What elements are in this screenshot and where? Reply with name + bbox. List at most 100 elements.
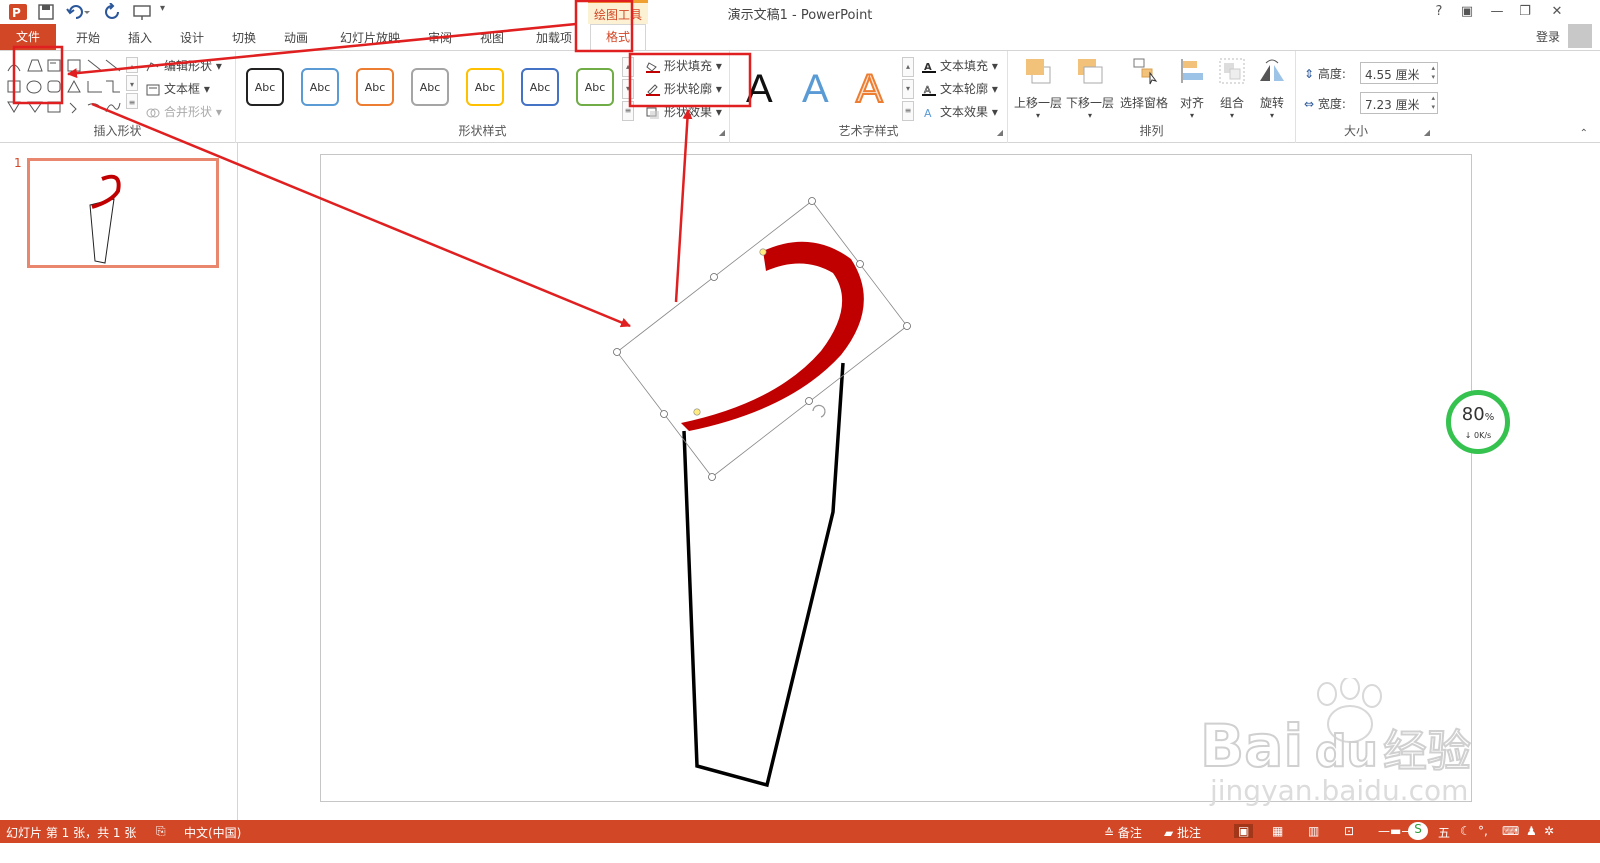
- tab-file[interactable]: 文件: [0, 24, 56, 50]
- tab-format[interactable]: 格式: [590, 24, 646, 50]
- group-wordart-styles: A A A ▴ ▾ ≡ A 文本填充 ▾ A 文本轮廓 ▾ A 文本效果 ▾ ◢ 艺术…: [730, 51, 1008, 143]
- language-status[interactable]: 中文(中国): [184, 824, 241, 841]
- shape-style-swatch[interactable]: Abc: [356, 68, 394, 106]
- group-objects-icon: [1219, 58, 1245, 84]
- shape-fill-button[interactable]: 形状填充 ▾: [646, 57, 722, 74]
- tab-home[interactable]: 开始: [68, 28, 108, 48]
- help-button[interactable]: ?: [1428, 2, 1450, 22]
- punctuation-icon[interactable]: °,: [1478, 824, 1488, 838]
- avatar[interactable]: [1568, 24, 1592, 48]
- style-gallery-more[interactable]: ≡: [622, 101, 634, 121]
- tools-icon[interactable]: ✲: [1544, 824, 1554, 838]
- group-arrange: 上移一层 ▾ 下移一层 ▾ 选择窗格 对齐 ▾ 组合 ▾ 旋转 ▾ 排列: [1008, 51, 1296, 143]
- width-input[interactable]: 7.23 厘米 ▴ ▾: [1360, 92, 1438, 114]
- notes-icon: ≙: [1104, 826, 1118, 840]
- shape-gallery-more[interactable]: ≡: [126, 93, 138, 109]
- ribbon-display-options-icon[interactable]: ▣: [1456, 2, 1478, 22]
- shape-style-swatch[interactable]: Abc: [246, 68, 284, 106]
- wordart-gallery-scroll-up[interactable]: ▴: [902, 57, 914, 77]
- height-icon: ⇕: [1304, 67, 1315, 81]
- text-effects-icon: A: [924, 107, 932, 119]
- minimize-button[interactable]: —: [1486, 2, 1508, 22]
- paint-bucket-icon: [646, 61, 660, 73]
- baidu-jingyan-watermark: Bai du 经验 jingyan.baidu.com: [1200, 678, 1472, 807]
- align-icon: [1181, 59, 1203, 83]
- rotate-handle-icon: [812, 404, 826, 418]
- width-label: 宽度:: [1317, 97, 1346, 111]
- shape-style-swatch[interactable]: Abc: [521, 68, 559, 106]
- shape-outline-button[interactable]: 形状轮廓 ▾: [646, 80, 722, 97]
- shape-effects-button[interactable]: 形状效果 ▾: [646, 103, 722, 120]
- tab-insert[interactable]: 插入: [120, 28, 160, 48]
- align-button[interactable]: 对齐 ▾: [1172, 55, 1212, 120]
- window-title: 演示文稿1 - PowerPoint: [727, 8, 873, 23]
- rotate-button[interactable]: 旋转 ▾: [1252, 55, 1292, 120]
- tab-view[interactable]: 视图: [472, 28, 512, 48]
- shape-style-swatch[interactable]: Abc: [466, 68, 504, 106]
- send-backward-button[interactable]: 下移一层 ▾: [1064, 55, 1116, 120]
- style-gallery-scroll-up[interactable]: ▴: [622, 57, 634, 77]
- size-dialog-launcher-icon[interactable]: ◢: [1424, 128, 1430, 137]
- text-effects-button[interactable]: A 文本效果 ▾: [922, 103, 998, 120]
- wordart-style-blue[interactable]: A: [802, 67, 829, 111]
- normal-view-icon[interactable]: ▣: [1234, 824, 1254, 838]
- merge-shapes-button[interactable]: 合并形状 ▾: [146, 103, 222, 120]
- wordart-style-orange-outline[interactable]: A: [855, 66, 884, 112]
- height-spinner-icon[interactable]: ▴ ▾: [1431, 64, 1435, 82]
- thumbnail-preview: [89, 174, 121, 264]
- network-percent: 80%: [1461, 404, 1495, 425]
- style-gallery-scroll-down[interactable]: ▾: [622, 79, 634, 99]
- wordart-gallery-more[interactable]: ≡: [902, 101, 914, 121]
- shape-gallery-scroll-up[interactable]: ▴: [126, 57, 138, 73]
- shape-style-swatch[interactable]: Abc: [576, 68, 614, 106]
- text-outline-button[interactable]: A 文本轮廓 ▾: [922, 80, 998, 97]
- tab-design[interactable]: 设计: [172, 28, 212, 48]
- edit-shape-button[interactable]: 编辑形状 ▾: [146, 57, 222, 74]
- tab-review[interactable]: 审阅: [420, 28, 460, 48]
- login-link[interactable]: 登录: [1536, 28, 1560, 45]
- group-label-size: 大小: [1343, 124, 1368, 138]
- close-button[interactable]: ✕: [1546, 2, 1568, 22]
- ribbon: ▴ ▾ ≡ 编辑形状 ▾ 文本框 ▾ 合并形状 ▾ 插入形状 Abc Abc A…: [0, 50, 1600, 143]
- slide-thumbnail[interactable]: [27, 158, 219, 268]
- network-speed: ↓ 0K/s: [1464, 431, 1492, 440]
- slide-sorter-view-icon[interactable]: ▦: [1272, 824, 1283, 838]
- title-bar: P ▾ 演示文稿1 - PowerPoint ? ▣ — ❐ ✕: [0, 0, 1600, 24]
- ime-mode[interactable]: 五: [1438, 824, 1450, 841]
- slideshow-view-icon[interactable]: ⊡: [1344, 824, 1354, 838]
- selection-pane-button[interactable]: 选择窗格: [1116, 55, 1172, 111]
- wordart-style-black[interactable]: A: [746, 67, 773, 111]
- user-icon[interactable]: ♟: [1526, 824, 1537, 838]
- tab-addins[interactable]: 加载项: [526, 28, 582, 48]
- wordart-gallery-scroll-down[interactable]: ▾: [902, 79, 914, 99]
- keyboard-icon[interactable]: ⌨: [1502, 824, 1519, 838]
- sogou-ime-icon[interactable]: S: [1408, 822, 1428, 840]
- comments-button[interactable]: ▰ 批注: [1164, 824, 1201, 841]
- shape-gallery-scroll-down[interactable]: ▾: [126, 75, 138, 91]
- moon-icon[interactable]: ☾: [1460, 824, 1471, 838]
- tab-transitions[interactable]: 切换: [224, 28, 264, 48]
- reading-view-icon[interactable]: ▥: [1308, 824, 1319, 838]
- shape-style-swatch[interactable]: Abc: [411, 68, 449, 106]
- notes-button[interactable]: ≙ 备注: [1104, 824, 1142, 841]
- height-row: ⇕ 高度: 4.55 厘米 ▴ ▾: [1304, 62, 1438, 84]
- comment-icon: ▰: [1164, 826, 1178, 840]
- restore-button[interactable]: ❐: [1514, 2, 1536, 22]
- shape-style-swatch[interactable]: Abc: [301, 68, 339, 106]
- tab-slideshow[interactable]: 幻灯片放映: [330, 28, 410, 48]
- height-input[interactable]: 4.55 厘米 ▴ ▾: [1360, 62, 1438, 84]
- bring-forward-button[interactable]: 上移一层 ▾: [1012, 55, 1064, 120]
- text-box-button[interactable]: 文本框 ▾: [146, 80, 210, 97]
- shape-gallery[interactable]: [6, 57, 134, 115]
- selection-box: [616, 200, 908, 478]
- spell-check-icon[interactable]: ⎘: [156, 824, 166, 839]
- group-objects-button[interactable]: 组合 ▾: [1212, 55, 1252, 120]
- tab-animations[interactable]: 动画: [276, 28, 316, 48]
- collapse-ribbon-icon[interactable]: ⌃: [1580, 128, 1588, 139]
- network-speed-widget[interactable]: 80% ↓ 0K/s: [1446, 390, 1510, 454]
- chevron-down-icon: ▾: [1269, 111, 1274, 120]
- text-fill-button[interactable]: A 文本填充 ▾: [922, 57, 998, 74]
- selection-pane-icon: [1133, 58, 1158, 85]
- status-bar: 幻灯片 第 1 张，共 1 张 ⎘ 中文(中国) ≙ 备注 ▰ 批注 ▣ ▦ ▥…: [0, 820, 1600, 843]
- width-spinner-icon[interactable]: ▴ ▾: [1431, 94, 1435, 112]
